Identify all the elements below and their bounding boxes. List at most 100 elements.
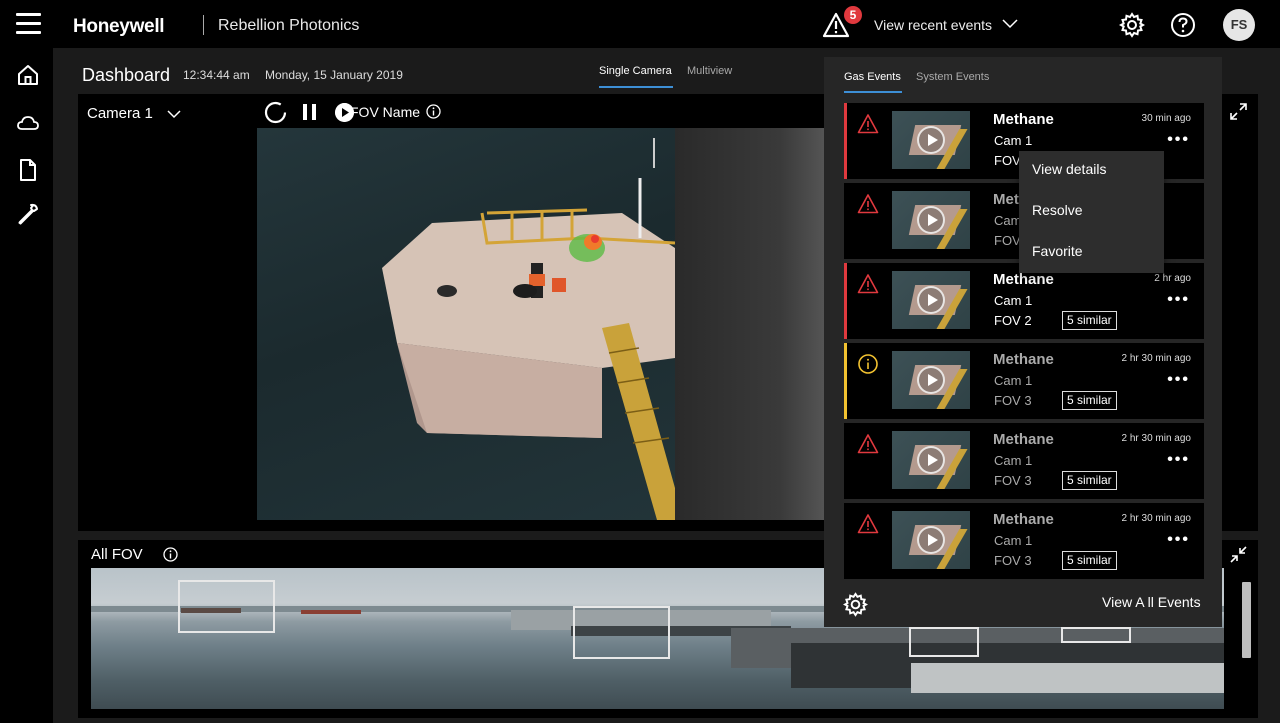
menu-icon[interactable] [16,13,41,35]
event-camera: Cam 1 [994,133,1033,148]
tab-system-events[interactable]: System Events [916,71,989,83]
event-time: 30 min ago [1141,113,1191,124]
all-fov-label: All FOV [91,546,143,563]
event-thumbnail[interactable] [892,191,970,249]
tab-gas-events[interactable]: Gas Events [844,71,901,83]
similar-events-badge[interactable]: 5 similar [1062,311,1117,330]
tab-multiview[interactable]: Multiview [687,65,732,77]
active-tab-indicator [599,86,673,88]
event-camera: Cam 1 [994,453,1033,468]
more-options-icon[interactable]: ••• [1167,371,1190,389]
event-time: 2 hr 30 min ago [1121,433,1192,444]
menu-item-favorite[interactable]: Favorite [1032,243,1083,259]
event-card[interactable]: Methane Cam 1 FOV 3 2 hr 30 min ago ••• … [844,503,1204,579]
play-icon[interactable] [917,286,945,314]
current-date: Monday, 15 January 2019 [265,68,403,82]
event-camera: Cam 1 [994,533,1033,548]
warning-info-icon [858,354,878,374]
event-thumbnail[interactable] [892,351,970,409]
severity-bar [844,263,847,339]
more-options-icon[interactable]: ••• [1167,451,1190,469]
event-fov: FOV 3 [994,473,1032,488]
alarm-triangle-icon [857,514,879,534]
event-title: Methane [993,511,1054,528]
play-icon[interactable] [917,366,945,394]
alert-count-badge: 5 [844,6,862,24]
similar-events-badge[interactable]: 5 similar [1062,391,1117,410]
recent-events-dropdown[interactable]: View recent events [874,17,992,33]
event-fov: FOV 2 [994,313,1032,328]
event-card[interactable]: Methane Cam 1 FOV 3 2 hr 30 min ago ••• … [844,423,1204,499]
play-icon[interactable] [917,206,945,234]
current-time: 12:34:44 am [183,68,250,82]
info-icon[interactable] [163,547,178,562]
event-title: Methane [993,111,1054,128]
event-thumbnail[interactable] [892,271,970,329]
event-fov: FOV 3 [994,553,1032,568]
event-title: Methane [993,431,1054,448]
menu-item-resolve[interactable]: Resolve [1032,202,1083,218]
product-name: Rebellion Photonics [218,17,360,34]
fov-region-box[interactable] [1061,627,1131,643]
help-icon[interactable] [1170,12,1196,38]
brand-divider [203,15,204,35]
pause-button[interactable] [303,104,317,120]
user-avatar[interactable]: FS [1223,9,1255,41]
collapse-icon[interactable] [1229,545,1248,564]
more-options-icon[interactable]: ••• [1167,531,1190,549]
event-thumbnail[interactable] [892,511,970,569]
alarm-triangle-icon [857,194,879,214]
info-icon[interactable] [426,104,441,119]
cloud-icon[interactable] [16,111,40,135]
event-card[interactable]: Methane Cam 1 FOV 3 2 hr 30 min ago ••• … [844,343,1204,419]
alarm-triangle-icon [857,434,879,454]
similar-events-badge[interactable]: 5 similar [1062,551,1117,570]
fov-region-box[interactable] [573,606,670,659]
loading-spinner-icon [264,101,287,124]
camera-video-feed[interactable] [257,128,675,520]
home-icon[interactable] [16,63,40,87]
event-settings-gear-icon[interactable] [843,592,868,617]
fov-name-label: FOV Name [350,104,421,120]
app-root: Honeywell Rebellion Photonics 5 View rec… [0,0,1280,723]
active-tab-indicator [844,91,902,93]
camera-video-overflow [675,128,825,520]
top-bar: Honeywell Rebellion Photonics 5 View rec… [0,0,1280,48]
event-context-menu: View details Resolve Favorite [1019,151,1164,273]
document-icon[interactable] [16,158,40,182]
severity-bar [844,343,847,419]
event-card[interactable]: Methane Cam 1 FOV 2 2 hr ago ••• 5 simil… [844,263,1204,339]
similar-events-badge[interactable]: 5 similar [1062,471,1117,490]
event-time: 2 hr 30 min ago [1121,513,1192,524]
alarm-triangle-icon [857,274,879,294]
event-title: Methane [993,351,1054,368]
play-icon[interactable] [917,446,945,474]
wrench-icon[interactable] [16,202,40,226]
left-nav [0,48,53,723]
tab-single-camera[interactable]: Single Camera [599,65,672,77]
play-icon[interactable] [917,126,945,154]
event-camera: Cam 1 [994,293,1033,308]
event-thumbnail[interactable] [892,431,970,489]
fov-region-box[interactable] [178,580,275,633]
more-options-icon[interactable]: ••• [1167,131,1190,149]
chevron-down-icon[interactable] [166,106,182,122]
more-options-icon[interactable]: ••• [1167,291,1190,309]
settings-gear-icon[interactable] [1119,12,1145,38]
event-time: 2 hr 30 min ago [1121,353,1192,364]
event-thumbnail[interactable] [892,111,970,169]
fov-region-box[interactable] [909,627,979,657]
vertical-scrollbar[interactable] [1242,582,1251,658]
page-title: Dashboard [82,65,171,85]
view-all-events-link[interactable]: View A ll Events [1102,594,1201,610]
play-icon[interactable] [917,526,945,554]
camera-select[interactable]: Camera 1 [87,105,153,122]
event-fov: FOV [994,233,1021,248]
brand-logo: Honeywell [73,16,165,37]
event-fov: FOV [994,153,1021,168]
event-fov: FOV 3 [994,393,1032,408]
chevron-down-icon[interactable] [1001,17,1019,31]
menu-item-view-details[interactable]: View details [1032,161,1106,177]
expand-icon[interactable] [1229,102,1248,121]
event-camera: Cam 1 [994,373,1033,388]
